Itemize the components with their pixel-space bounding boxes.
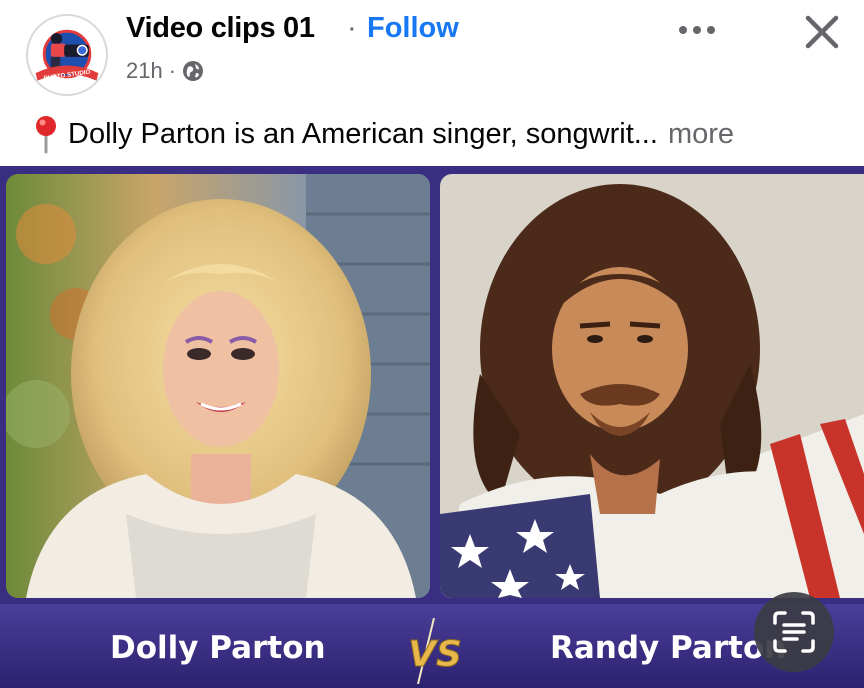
comparison-banner: Dolly Parton VS Randy Parton bbox=[0, 604, 864, 688]
dot-icon bbox=[679, 26, 687, 34]
meta-separator: · bbox=[168, 58, 177, 83]
see-more-link[interactable]: more bbox=[668, 118, 734, 151]
post-meta: 21h · bbox=[126, 58, 204, 84]
right-name-label: Randy Parton bbox=[550, 630, 787, 666]
photo-studio-logo: PHOTO STUDIO bbox=[28, 16, 106, 94]
more-options-button[interactable] bbox=[672, 10, 722, 50]
follow-button[interactable]: Follow bbox=[367, 12, 459, 45]
dot-icon bbox=[693, 26, 701, 34]
dolly-parton-photo bbox=[6, 174, 430, 598]
vs-badge: VS bbox=[408, 618, 462, 684]
name-separator: · bbox=[347, 12, 357, 44]
post-header: PHOTO STUDIO Video clips 01 · Follow 21h… bbox=[0, 0, 864, 110]
post-caption: Dolly Parton is an American singer, song… bbox=[32, 112, 734, 156]
close-icon[interactable] bbox=[800, 10, 844, 54]
page-name-link[interactable]: Video clips 01 bbox=[126, 12, 315, 45]
randy-parton-photo bbox=[440, 174, 864, 598]
caption-text: Dolly Parton is an American singer, song… bbox=[68, 117, 658, 150]
page-avatar[interactable]: PHOTO STUDIO bbox=[26, 14, 108, 96]
globe-icon bbox=[183, 61, 204, 81]
left-name-label: Dolly Parton bbox=[110, 630, 326, 666]
scan-text-icon bbox=[773, 611, 815, 653]
dot-icon bbox=[707, 26, 715, 34]
round-pushpin-icon bbox=[36, 116, 56, 154]
post-image[interactable]: Dolly Parton VS Randy Parton bbox=[0, 166, 864, 688]
post-time[interactable]: 21h bbox=[126, 58, 163, 84]
visual-search-button[interactable] bbox=[754, 592, 834, 672]
vs-label: VS bbox=[408, 634, 462, 675]
